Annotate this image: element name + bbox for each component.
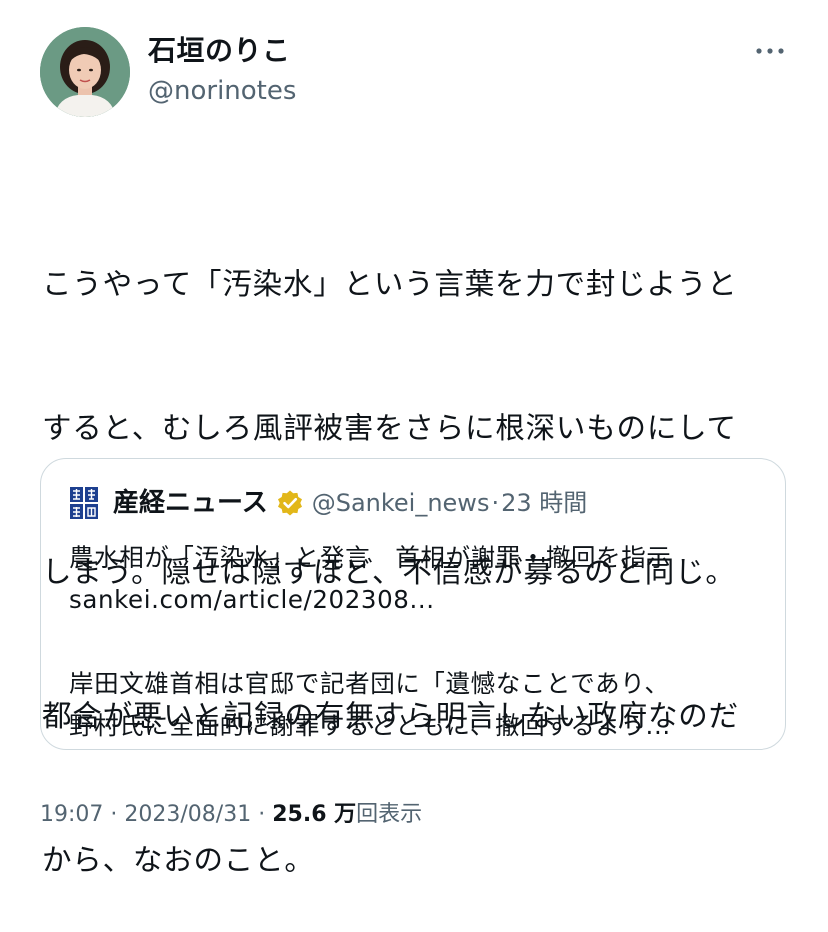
quoted-blank-line [69,621,769,663]
quoted-headline: 農水相が「汚染水」と発言 首相が謝罪・撤回を指示 [69,543,672,572]
tweet-date[interactable]: 2023/08/31 [124,802,251,827]
quoted-link[interactable]: sankei.com/article/202308... [69,579,769,621]
more-horizontal-icon [756,48,784,54]
tweet-text-line: から、なおのこと。 [42,843,315,877]
quoted-tweet-body: 農水相が「汚染水」と発言 首相が謝罪・撤回を指示 sankei.com/arti… [69,537,769,747]
quoted-tweet-time: 23 時間 [501,489,588,517]
meta-separator: · [110,802,118,827]
views-label: 回表示 [356,802,423,827]
quoted-text-line: 野村氏に全面的に謝罪するとともに、撤回するよう... [69,711,671,740]
more-options-button[interactable] [748,36,792,66]
author-display-name[interactable]: 石垣のりこ [148,33,291,69]
quoted-author-handle: @Sankei_news [311,489,490,517]
verified-badge-icon [277,490,302,516]
views-count: 25.6 万 [272,802,357,827]
tweet-text-line: こうやって「汚染水」という言葉を力で封じようと [42,267,738,301]
meta-separator: · [491,489,500,517]
quoted-tweet-header: 産経ニュース @Sankei_news · 23 時間 [69,483,587,523]
tweet-time[interactable]: 19:07 [40,802,103,827]
author-handle[interactable]: @norinotes [148,74,296,108]
quoted-text-line: 岸田文雄首相は官邸で記者団に「遺憾なことであり、 [69,669,670,698]
quoted-tweet-card[interactable]: 産経ニュース @Sankei_news · 23 時間 農水相が「汚染水」と発言… [40,458,786,750]
tweet-text-line: すると、むしろ風評被害をさらに根深いものにして [42,411,737,445]
meta-separator: · [258,802,266,827]
avatar[interactable] [40,27,130,117]
tweet-meta: 19:07 · 2023/08/31 · 25.6 万回表示 [40,800,422,830]
sankei-logo-icon [69,486,99,520]
quoted-author-name: 産経ニュース [113,488,268,518]
